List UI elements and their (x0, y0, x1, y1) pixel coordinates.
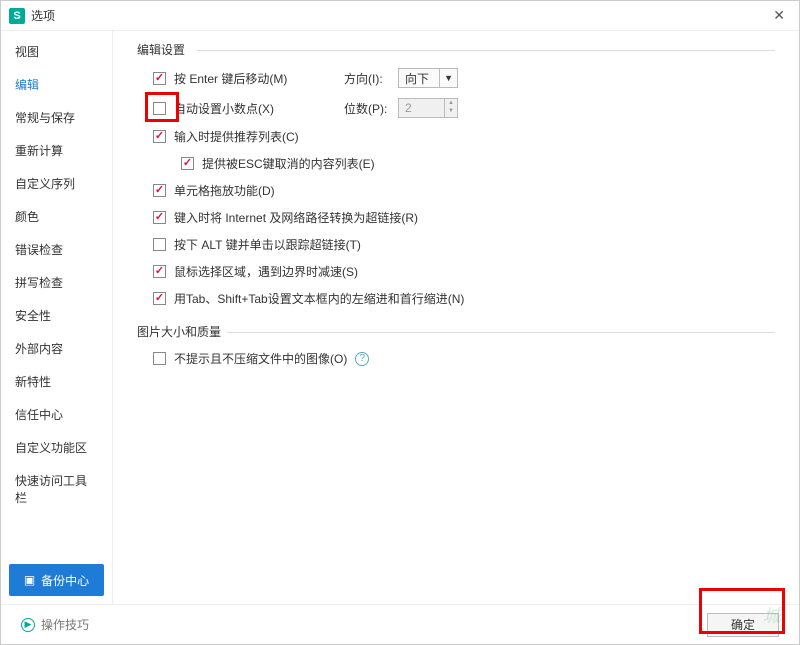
window-title: 选项 (31, 7, 55, 24)
row-tab-indent: 用Tab、Shift+Tab设置文本框内的左缩进和首行缩进(N) (153, 290, 775, 307)
close-button[interactable]: ✕ (767, 5, 791, 26)
titlebar: S 选项 ✕ (1, 1, 799, 31)
tips-icon: ▶ (21, 618, 35, 632)
content-panel: 编辑设置 按 Enter 键后移动(M) 方向(I): 向下 ▼ 自动设置小数点… (113, 31, 799, 604)
sidebar-item-4[interactable]: 自定义序列 (1, 167, 112, 200)
spinner-down-icon: ▼ (445, 107, 457, 115)
sidebar-item-1[interactable]: 编辑 (1, 68, 112, 101)
row-no-compress: 不提示且不压缩文件中的图像(O) ? (153, 350, 775, 367)
row-auto-decimal: 自动设置小数点(X) 位数(P): 2 ▲▼ (153, 98, 775, 118)
checkbox-selection-slow[interactable] (153, 265, 166, 278)
row-hyperlink: 键入时将 Internet 及网络路径转换为超链接(R) (153, 209, 775, 226)
checkbox-auto-decimal[interactable] (153, 102, 166, 115)
row-alt-click: 按下 ALT 键并单击以跟踪超链接(T) (153, 236, 775, 253)
footer: ▶ 操作技巧 确定 城 (1, 604, 799, 644)
sidebar-item-12[interactable]: 自定义功能区 (1, 431, 112, 464)
sidebar-item-8[interactable]: 安全性 (1, 299, 112, 332)
sidebar-item-11[interactable]: 信任中心 (1, 398, 112, 431)
sidebar-item-10[interactable]: 新特性 (1, 365, 112, 398)
ok-button[interactable]: 确定 (707, 613, 779, 637)
sidebar-item-2[interactable]: 常规与保存 (1, 101, 112, 134)
checkbox-esc-list[interactable] (181, 157, 194, 170)
row-esc-list: 提供被ESC键取消的内容列表(E) (181, 155, 775, 172)
sidebar: 视图编辑常规与保存重新计算自定义序列颜色错误检查拼写检查安全性外部内容新特性信任… (1, 31, 113, 604)
sidebar-item-13[interactable]: 快速访问工具栏 (1, 464, 112, 514)
select-direction[interactable]: 向下 ▼ (398, 68, 458, 88)
chevron-down-icon: ▼ (439, 69, 457, 87)
help-icon[interactable]: ? (355, 352, 369, 366)
sidebar-item-7[interactable]: 拼写检查 (1, 266, 112, 299)
backup-center-button[interactable]: ▣ 备份中心 (9, 564, 104, 596)
row-enter-move: 按 Enter 键后移动(M) 方向(I): 向下 ▼ (153, 68, 775, 88)
checkbox-alt-click[interactable] (153, 238, 166, 251)
row-suggest: 输入时提供推荐列表(C) (153, 128, 775, 145)
group-image-quality: 图片大小和质量 (137, 323, 775, 340)
app-logo-icon: S (9, 8, 25, 24)
tips-link[interactable]: 操作技巧 (41, 616, 89, 633)
checkbox-drag[interactable] (153, 184, 166, 197)
sidebar-item-5[interactable]: 颜色 (1, 200, 112, 233)
checkbox-enter-move[interactable] (153, 72, 166, 85)
checkbox-tab-indent[interactable] (153, 292, 166, 305)
spinner-digits: 2 ▲▼ (398, 98, 458, 118)
row-selection: 鼠标选择区域，遇到边界时减速(S) (153, 263, 775, 280)
sidebar-item-9[interactable]: 外部内容 (1, 332, 112, 365)
backup-icon: ▣ (24, 573, 35, 587)
group-edit-settings: 编辑设置 (137, 41, 775, 58)
checkbox-suggest-list[interactable] (153, 130, 166, 143)
row-drag: 单元格拖放功能(D) (153, 182, 775, 199)
options-dialog: S 选项 ✕ 视图编辑常规与保存重新计算自定义序列颜色错误检查拼写检查安全性外部… (0, 0, 800, 645)
spinner-up-icon: ▲ (445, 99, 457, 107)
checkbox-no-compress[interactable] (153, 352, 166, 365)
sidebar-item-3[interactable]: 重新计算 (1, 134, 112, 167)
sidebar-item-0[interactable]: 视图 (1, 35, 112, 68)
sidebar-item-6[interactable]: 错误检查 (1, 233, 112, 266)
checkbox-hyperlink[interactable] (153, 211, 166, 224)
